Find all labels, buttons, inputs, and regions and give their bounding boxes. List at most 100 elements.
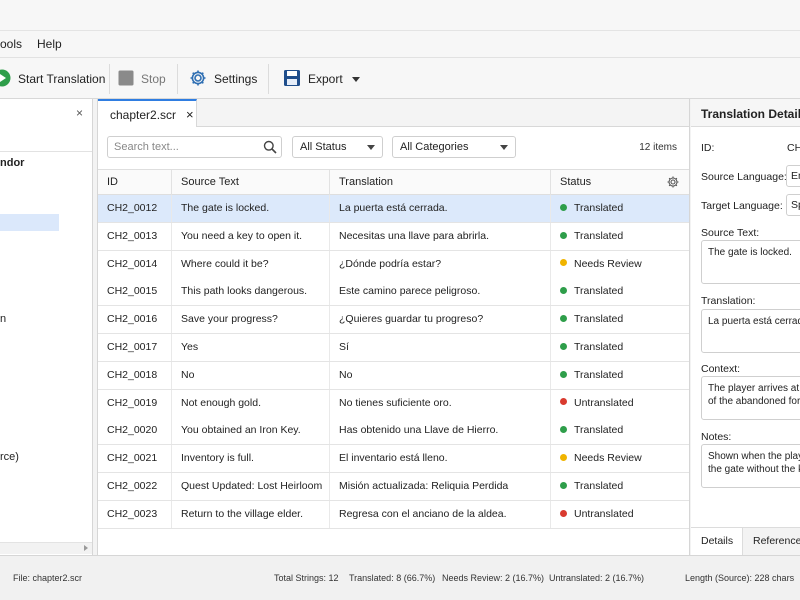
status-dot-icon (560, 203, 567, 211)
tab-chapter2[interactable]: chapter2.scr × (98, 99, 197, 128)
source-text-label: Source Text: (701, 227, 760, 239)
status-bar: File: chapter2.scr Total Strings: 12 Tra… (0, 555, 800, 600)
category-filter-dropdown[interactable]: All Categories (392, 136, 516, 158)
close-icon[interactable]: × (186, 107, 194, 122)
cell-translation: Has obtenido una Llave de Hierro. (330, 417, 551, 445)
table-row[interactable]: CH2_0016 Save your progress? ¿Quieres guar… (98, 306, 689, 335)
cell-status: Translated (551, 362, 689, 389)
status-filter-dropdown[interactable]: All Status (292, 136, 383, 158)
chevron-down-icon (500, 145, 508, 150)
source-language-select[interactable]: En (786, 165, 800, 187)
source-language-value: En (791, 170, 800, 182)
context-line: The player arrives at t (708, 383, 800, 394)
status-needs-review: Needs Review: 2 (16.7%) (442, 573, 545, 583)
cell-id: CH2_0023 (98, 500, 172, 528)
source-text-value: The gate is locked. (708, 247, 792, 258)
table-row[interactable]: CH2_0022 Quest Updated: Lost Heirloom Misi… (98, 473, 689, 501)
context-box: The player arrives at t of the abandoned… (701, 376, 800, 420)
status-source-length: Length (Source): 228 chars (685, 573, 795, 583)
start-translation-label: Start Translation (18, 72, 106, 86)
cell-translation: Misión actualizada: Reliquia Perdida (330, 473, 551, 500)
cell-translation: No tienes suficiente oro. (330, 389, 551, 417)
translation-label: Translation: (701, 295, 756, 307)
context-line: of the abandoned fort (708, 396, 800, 407)
search-icon[interactable] (263, 140, 277, 157)
target-language-value: Sp (791, 199, 800, 211)
cell-id: CH2_0021 (98, 445, 172, 473)
stop-button[interactable]: Stop (118, 66, 166, 92)
status-file: File: chapter2.scr (13, 573, 83, 583)
cell-source-text: Save your progress? (172, 306, 330, 334)
table-row[interactable]: CH2_0021 Inventory is full. El inventario … (98, 445, 689, 474)
details-header: Translation Details (691, 99, 800, 127)
menu-tools[interactable]: ools (0, 37, 22, 51)
table-row[interactable]: CH2_0023 Return to the village elder. Regr… (98, 500, 689, 529)
settings-label: Settings (214, 72, 258, 86)
close-icon[interactable]: × (76, 106, 83, 120)
tree-item-selected[interactable] (0, 214, 59, 231)
column-header-source[interactable]: Source Text (172, 170, 330, 195)
cell-source-text: Inventory is full. (172, 445, 330, 473)
table-row[interactable]: CH2_0012 The gate is locked. La puerta est… (98, 195, 689, 223)
cell-id: CH2_0017 (98, 334, 172, 361)
translation-textarea[interactable]: La puerta está cerrad (701, 309, 800, 353)
table-row[interactable]: CH2_0013 You need a key to open it. Necesi… (98, 222, 689, 251)
tab-references[interactable]: References (743, 528, 800, 555)
tab-details[interactable]: Details (691, 528, 743, 555)
export-label: Export (308, 72, 343, 86)
cell-source-text: You obtained an Iron Key. (172, 417, 330, 445)
table-row[interactable]: CH2_0018 No No Translated (98, 361, 689, 390)
cell-translation: Necesitas una llave para abrirla. (330, 222, 551, 250)
horizontal-scrollbar[interactable] (0, 542, 92, 554)
category-filter-value: All Categories (400, 141, 469, 153)
cell-source-text: Where could it be? (172, 250, 330, 278)
toolbar: Start Translation Stop Settings Export (0, 57, 800, 99)
item-count: 12 items (639, 142, 677, 153)
tree-item-partial[interactable]: n (0, 313, 6, 325)
tree-item-partial[interactable]: ndor (0, 157, 24, 169)
column-settings-gear-icon[interactable] (667, 176, 679, 191)
cell-id: CH2_0015 (98, 278, 172, 306)
column-header-id[interactable]: ID (98, 170, 172, 195)
details-title: Translation Details (701, 107, 800, 121)
table-row[interactable]: CH2_0014 Where could it be? ¿Dónde podría … (98, 250, 689, 279)
panel-divider (0, 151, 92, 152)
id-label: ID: (701, 142, 715, 154)
cell-source-text: You need a key to open it. (172, 222, 330, 250)
tab-strip: chapter2.scr × (98, 99, 689, 128)
search-input[interactable] (108, 137, 258, 157)
status-text: Translated (574, 229, 624, 242)
title-bar (0, 0, 800, 31)
table-row[interactable]: CH2_0017 Yes Sí Translated (98, 334, 689, 362)
translation-details-panel: Translation Details ID: CH2_ Source Lang… (691, 99, 800, 555)
cell-status: Untranslated (551, 390, 689, 417)
cell-status: Needs Review (551, 251, 689, 278)
status-text: Translated (574, 368, 624, 381)
status-text: Needs Review (574, 257, 642, 270)
tree-item-partial[interactable]: rce) (0, 451, 19, 463)
notes-label: Notes: (701, 431, 732, 443)
export-button[interactable]: Export (283, 66, 360, 92)
cell-status: Translated (551, 473, 689, 500)
status-text: Untranslated (574, 507, 634, 520)
column-header-translation[interactable]: Translation (330, 170, 551, 195)
cell-source-text: This path looks dangerous. (172, 278, 330, 306)
context-label: Context: (701, 363, 741, 375)
table-row[interactable]: CH2_0019 Not enough gold. No tienes sufici… (98, 389, 689, 418)
notes-textarea[interactable]: Shown when the play the gate without the… (701, 444, 800, 488)
start-translation-button[interactable]: Start Translation (0, 66, 105, 92)
table-row[interactable]: CH2_0015 This path looks dangerous. Este c… (98, 278, 689, 307)
menu-help[interactable]: Help (37, 37, 62, 51)
cell-translation: ¿Quieres guardar tu progreso? (330, 306, 551, 334)
status-filter-value: All Status (300, 141, 347, 153)
status-dot-icon (560, 259, 567, 267)
gear-icon (189, 69, 207, 90)
settings-button[interactable]: Settings (189, 66, 257, 92)
table-row[interactable]: CH2_0020 You obtained an Iron Key. Has obt… (98, 417, 689, 446)
cell-source-text: The gate is locked. (172, 195, 330, 222)
cell-translation: La puerta está cerrada. (330, 195, 551, 222)
details-tabs: Details References (691, 527, 800, 555)
play-icon (0, 69, 11, 90)
target-language-select[interactable]: Sp (786, 194, 800, 216)
source-text-box: The gate is locked. (701, 240, 800, 284)
